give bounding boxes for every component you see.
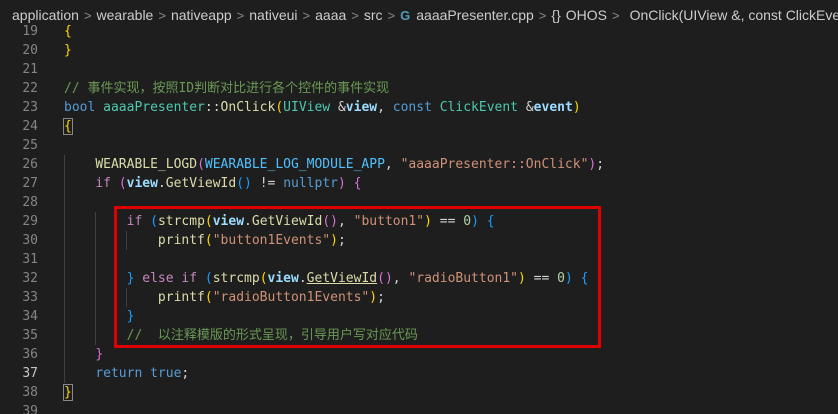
breadcrumb-item-namespace[interactable]: OHOS [566,7,607,23]
line-code: } [95,347,104,362]
line-number: 25 [22,138,38,153]
line-code: } [63,384,73,401]
line-code: if (view.GetViewId() != nullptr) { [95,176,362,191]
line-number: 27 [22,176,38,191]
line-code: return true; [95,366,190,381]
code-line[interactable]: 22 // 事件实现，按照ID判断对比进行各个控件的事件实现 [0,79,838,98]
code-line[interactable]: 31 [0,250,838,269]
code-line[interactable]: 24 { [0,117,838,136]
line-number: 26 [22,157,38,172]
breadcrumb-separator-icon: > [83,7,92,23]
breadcrumb-item-file[interactable]: aaaaPresenter.cpp [416,7,534,23]
code-line[interactable]: 39 [0,402,838,414]
line-number: 22 [22,81,38,96]
line-code: printf("radioButton1Events"); [157,290,385,305]
line-number: 21 [22,62,38,77]
code-line[interactable]: 26 WEARABLE_LOGD(WEARABLE_LOG_MODULE_APP… [0,155,838,174]
line-number: 34 [22,309,38,324]
line-number: 39 [22,404,38,414]
breadcrumb-separator-icon: > [158,7,166,23]
line-code: { [63,118,73,135]
line-number: 31 [22,252,38,267]
namespace-icon: {} [551,7,561,23]
code-line[interactable]: 27 if (view.GetViewId() != nullptr) { [0,174,838,193]
line-code: } else if (strcmp(view.GetViewId(), "rad… [126,271,589,286]
code-line[interactable]: 34 } [0,307,838,326]
code-line[interactable]: 37 return true; [0,364,838,383]
line-code: // 事件实现，按照ID判断对比进行各个控件的事件实现 [64,81,390,96]
code-line[interactable]: 21 [0,60,838,79]
code-line[interactable]: 25 [0,136,838,155]
breadcrumb-item-wearable[interactable]: wearable [97,7,154,23]
breadcrumb-item-aaaa[interactable]: aaaa [315,7,346,23]
breadcrumb-separator-icon: > [236,7,245,23]
code-line[interactable]: 35 // 以注释模版的形式呈现，引导用户写对应代码 [0,326,838,345]
line-number: 30 [22,233,38,248]
code-line[interactable]: 38} [0,383,838,402]
code-line[interactable]: 28 [0,193,838,212]
line-code: { [64,24,72,39]
line-number: 20 [22,43,38,58]
line-number: 35 [22,328,38,343]
line-code: } [126,309,135,324]
code-line[interactable]: 29 if (strcmp(view.GetViewId(), "button1… [0,212,838,231]
breadcrumb-item-application[interactable]: application [12,7,79,23]
line-code: // 以注释模版的形式呈现，引导用户写对应代码 [126,328,418,343]
line-number: 32 [22,271,38,286]
line-number: 37 [22,366,38,381]
line-number: 24 [22,119,38,134]
breadcrumb-separator-icon: > [387,7,396,23]
breadcrumb-item-nativeui[interactable]: nativeui [249,7,297,23]
line-number: 19 [22,24,38,39]
line-number: 23 [22,100,38,115]
code-line[interactable]: 19 { [0,22,838,41]
breadcrumb-separator-icon: > [538,7,547,23]
line-code: printf("button1Events"); [157,233,346,248]
breadcrumb-item-src[interactable]: src [364,7,383,23]
code-line[interactable]: 36 } [0,345,838,364]
code-line[interactable]: 23 bool aaaaPresenter::OnClick(UIView &vi… [0,98,838,117]
line-code: } [64,43,72,58]
line-number: 33 [22,290,38,305]
line-code: WEARABLE_LOGD(WEARABLE_LOG_MODULE_APP, "… [95,157,605,172]
line-number: 38 [22,385,38,400]
code-line[interactable]: 20} [0,41,838,60]
code-line[interactable]: 32 } else if (strcmp(view.GetViewId(), "… [0,269,838,288]
breadcrumb-separator-icon: > [611,7,620,23]
breadcrumb-item-nativeapp[interactable]: nativeapp [171,7,232,23]
breadcrumb-item-symbol[interactable]: OnClick(UIView &, const ClickEvent &) [630,7,838,23]
line-number: 29 [22,214,38,229]
cpp-file-icon: G [400,7,411,23]
line-number: 28 [22,195,38,210]
breadcrumb-separator-icon: > [302,7,311,23]
code-line[interactable]: 33 printf("radioButton1Events"); [0,288,838,307]
breadcrumb-separator-icon: > [351,7,359,23]
line-number: 36 [22,347,38,362]
line-code: bool aaaaPresenter::OnClick(UIView &view… [64,100,581,115]
line-code: if (strcmp(view.GetViewId(), "button1") … [126,214,495,229]
code-line[interactable]: 30 printf("button1Events"); [0,231,838,250]
code-editor[interactable]: 19 {20} 21 22 // 事件实现，按照ID判断对比进行各个控件的事件实现 23 b… [0,22,838,414]
